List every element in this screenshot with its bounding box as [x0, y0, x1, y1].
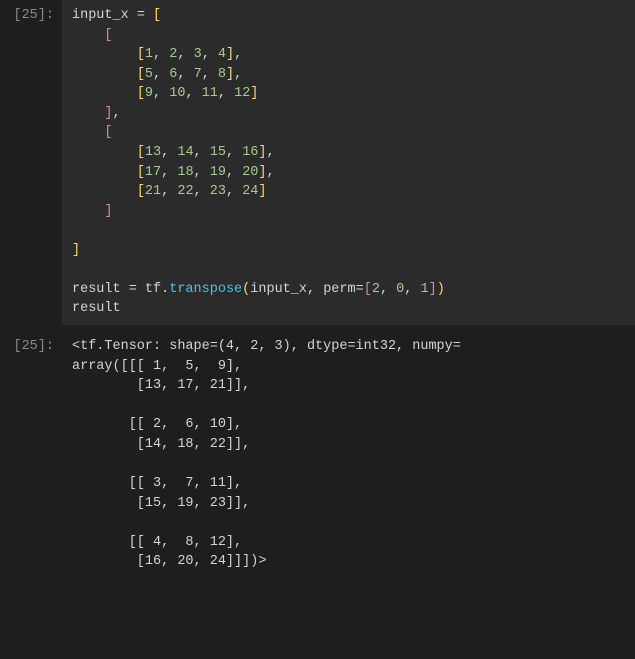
op-eq: =: [121, 282, 145, 297]
indent: [72, 145, 137, 160]
num: 22: [177, 184, 193, 199]
num: 10: [169, 86, 185, 101]
comma: ,: [234, 47, 242, 62]
indent: [72, 47, 137, 62]
num: 5: [145, 67, 153, 82]
comma: ,: [161, 165, 169, 180]
comma: ,: [226, 145, 234, 160]
comma: ,: [202, 47, 210, 62]
comma: ,: [380, 282, 388, 297]
bracket-open-perm: [: [364, 282, 372, 297]
num: 4: [218, 47, 226, 62]
comma: ,: [202, 67, 210, 82]
bracket-open: [: [153, 8, 161, 23]
bracket-open-3: [: [137, 67, 145, 82]
bracket-open-3: [: [137, 145, 145, 160]
paren-close: ): [437, 282, 445, 297]
comma: ,: [194, 165, 202, 180]
mod-tf: tf: [145, 282, 161, 297]
bracket-close-3: ]: [258, 184, 266, 199]
comma: ,: [161, 145, 169, 160]
num: 16: [242, 145, 258, 160]
input-cell: [25]: input_x = [ [ [1, 2, 3, 4], [5, 6,…: [0, 0, 635, 325]
num: 14: [177, 145, 193, 160]
kw-perm: perm: [323, 282, 355, 297]
num: 19: [210, 165, 226, 180]
num: 2: [372, 282, 380, 297]
num: 3: [194, 47, 202, 62]
bracket-close-3: ]: [226, 67, 234, 82]
indent: [72, 184, 137, 199]
num: 17: [145, 165, 161, 180]
indent: [72, 106, 104, 121]
num: 24: [242, 184, 258, 199]
op-eq: =: [129, 8, 153, 23]
bracket-close-perm: ]: [429, 282, 437, 297]
num: 23: [210, 184, 226, 199]
comma: ,: [153, 67, 161, 82]
indent: [72, 125, 104, 140]
comma: ,: [161, 184, 169, 199]
indent: [72, 86, 137, 101]
input-prompt: [25]:: [0, 0, 62, 26]
num: 8: [218, 67, 226, 82]
comma: ,: [218, 86, 226, 101]
bracket-open-2: [: [104, 125, 112, 140]
comma: ,: [307, 282, 315, 297]
output-cell: [25]: <tf.Tensor: shape=(4, 2, 3), dtype…: [0, 331, 635, 578]
comma: ,: [177, 67, 185, 82]
comma: ,: [194, 184, 202, 199]
expr-result: result: [72, 301, 121, 316]
var-result: result: [72, 282, 121, 297]
indent: [72, 165, 137, 180]
bracket-close-2: ]: [104, 204, 112, 219]
comma: ,: [267, 145, 275, 160]
comma: ,: [404, 282, 412, 297]
bracket-close-3: ]: [258, 145, 266, 160]
indent: [72, 28, 104, 43]
bracket-open-3: [: [137, 86, 145, 101]
comma: ,: [267, 165, 275, 180]
fn-transpose: transpose: [169, 282, 242, 297]
code-editor[interactable]: input_x = [ [ [1, 2, 3, 4], [5, 6, 7, 8]…: [62, 0, 635, 325]
indent: [72, 204, 104, 219]
num: 21: [145, 184, 161, 199]
op-eq2: =: [356, 282, 364, 297]
num: 20: [242, 165, 258, 180]
output-prompt: [25]:: [0, 331, 62, 357]
bracket-close-2: ]: [104, 106, 112, 121]
comma: ,: [194, 145, 202, 160]
bracket-close-3: ]: [250, 86, 258, 101]
bracket-open-3: [: [137, 165, 145, 180]
num: 11: [202, 86, 218, 101]
num: 7: [194, 67, 202, 82]
bracket-close-3: ]: [258, 165, 266, 180]
comma: ,: [153, 47, 161, 62]
num: 18: [177, 165, 193, 180]
num: 12: [234, 86, 250, 101]
arg-input-x: input_x: [250, 282, 307, 297]
output-area[interactable]: <tf.Tensor: shape=(4, 2, 3), dtype=int32…: [62, 331, 635, 578]
comma: ,: [153, 86, 161, 101]
comma: ,: [185, 86, 193, 101]
indent: [72, 67, 137, 82]
num: 1: [420, 282, 428, 297]
comma: ,: [226, 184, 234, 199]
comma: ,: [177, 47, 185, 62]
var-input-x: input_x: [72, 8, 129, 23]
bracket-open-2: [: [104, 28, 112, 43]
bracket-open-3: [: [137, 47, 145, 62]
comma: ,: [113, 106, 121, 121]
bracket-close: ]: [72, 243, 80, 258]
comma: ,: [226, 165, 234, 180]
comma: ,: [234, 67, 242, 82]
bracket-open-3: [: [137, 184, 145, 199]
bracket-close-3: ]: [226, 47, 234, 62]
num: 15: [210, 145, 226, 160]
num: 9: [145, 86, 153, 101]
num: 13: [145, 145, 161, 160]
num: 1: [145, 47, 153, 62]
